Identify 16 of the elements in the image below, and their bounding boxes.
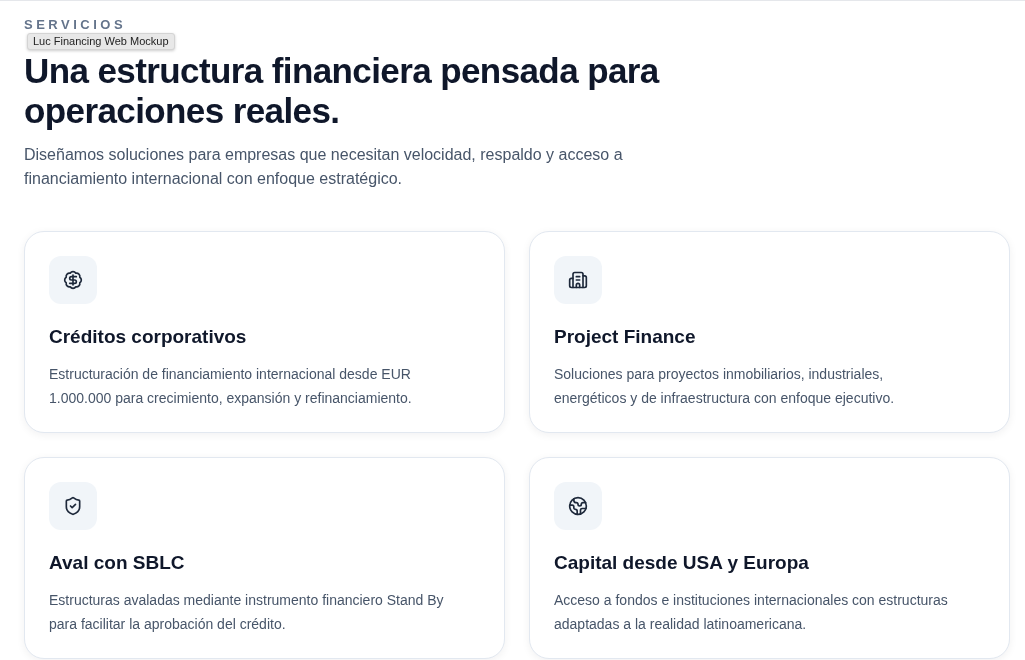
section-eyebrow: SERVICIOS — [24, 17, 128, 33]
card-description: Estructuración de financiamiento internacional desde EUR 1.000.000 para crecimiento, expansión y refinanciamiento. — [49, 365, 413, 408]
card-description: Soluciones para proyectos inmobiliarios, industriales, energéticos y de infraestructura con enfoque ejecutivo. — [554, 365, 896, 408]
building-icon — [568, 270, 588, 290]
card-title: Project Finance — [554, 325, 697, 349]
card-title: Aval con SBLC — [49, 551, 186, 575]
card-title: Capital desde USA y Europa — [554, 551, 810, 575]
card-description: Acceso a fondos e instituciones internacionales con estructuras adaptadas a la realidad latinoamericana. — [554, 591, 949, 634]
globe-icon — [568, 496, 588, 516]
card-title: Créditos corporativos — [49, 325, 248, 349]
section-heading: Una estructura financiera pensada para operaciones reales. — [24, 51, 661, 131]
dollar-badge-icon — [63, 270, 83, 290]
section-intro: Diseñamos soluciones para empresas que necesitan velocidad, respaldo y acceso a financiamiento internacional con enfoque estratégico. — [24, 145, 624, 189]
card-description: Estructuras avaladas mediante instrumento financiero Stand By para facilitar la aprobación del crédito. — [49, 591, 445, 634]
tooltip: Luc Financing Web Mockup — [27, 33, 175, 50]
shield-check-icon — [63, 496, 83, 516]
